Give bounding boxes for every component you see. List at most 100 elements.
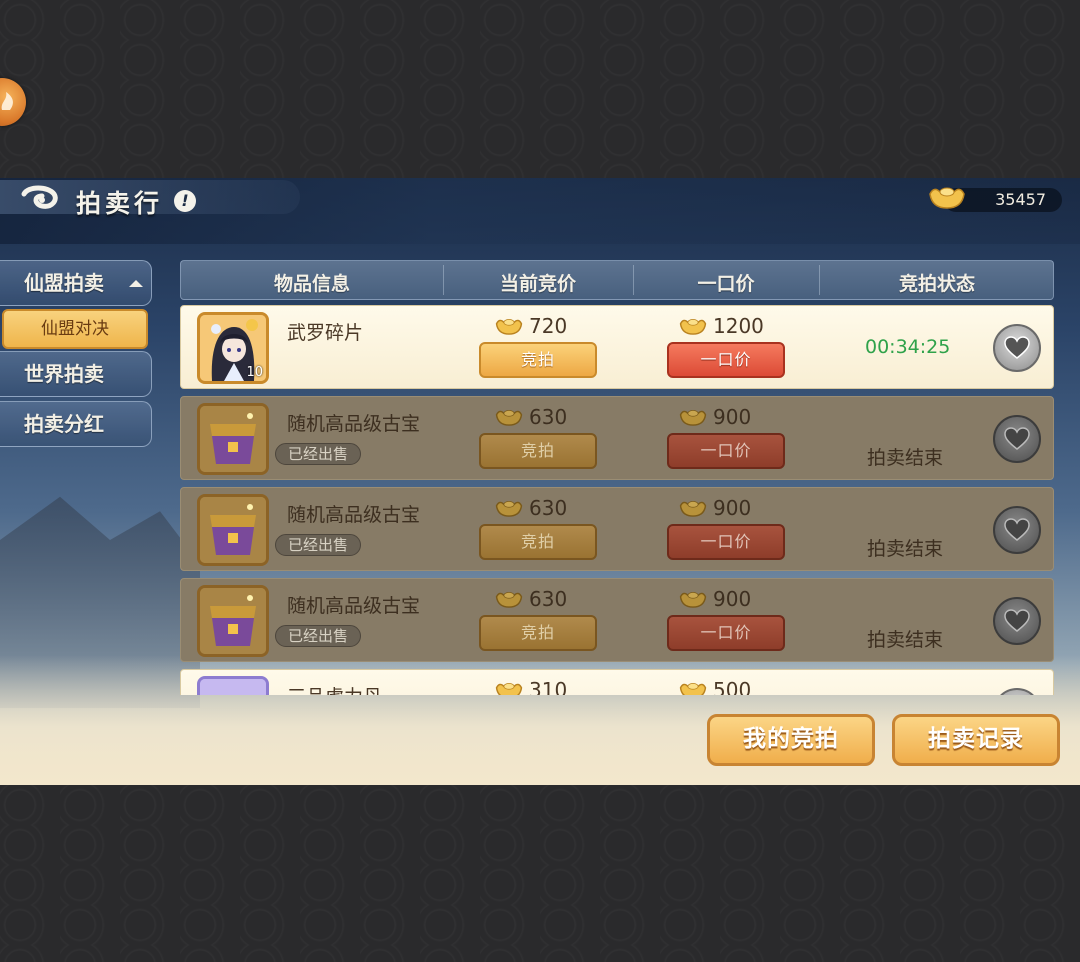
help-icon[interactable]: ! xyxy=(174,190,196,212)
col-item-info: 物品信息 xyxy=(273,273,350,295)
favorite-button[interactable] xyxy=(993,324,1041,372)
table-row[interactable]: 随机高品级古宝 已经出售 630 900 竞拍 一口价 拍卖结束 xyxy=(180,578,1054,662)
auction-status: 拍卖结束 xyxy=(867,629,944,651)
collapse-caret-icon xyxy=(129,280,143,287)
item-name: 随机高品级古宝 xyxy=(287,595,421,617)
current-bid-price: 630 xyxy=(495,587,567,611)
table-row[interactable]: 随机高品级古宝 已经出售 630 900 竞拍 一口价 拍卖结束 xyxy=(180,487,1054,571)
buyout-button[interactable]: 一口价 xyxy=(667,433,785,469)
current-bid-value: 630 xyxy=(529,496,568,520)
current-bid-price: 310 xyxy=(495,678,567,695)
nav-alliance-duel[interactable]: 仙盟对决 xyxy=(2,309,148,349)
buyout-value: 1200 xyxy=(713,314,764,338)
buyout-button[interactable]: 一口价 xyxy=(667,342,785,378)
current-bid-value: 310 xyxy=(529,678,568,695)
current-bid-value: 720 xyxy=(529,314,568,338)
my-bids-button[interactable]: 我的竞拍 xyxy=(707,714,875,766)
current-bid-price: 630 xyxy=(495,496,567,520)
treasure-chest-icon xyxy=(200,497,266,563)
auction-records-button[interactable]: 拍卖记录 xyxy=(892,714,1060,766)
nav-auction-dividend[interactable]: 拍卖分红 xyxy=(0,401,152,447)
gold-ingot-icon xyxy=(929,187,965,209)
pill-icon xyxy=(200,679,266,695)
heart-icon xyxy=(1004,427,1030,450)
current-bid-price: 630 xyxy=(495,405,567,429)
gold-ingot-icon xyxy=(679,683,707,695)
col-status: 竞拍状态 xyxy=(898,273,975,295)
bid-button[interactable]: 竞拍 xyxy=(479,433,597,469)
buyout-button[interactable]: 一口价 xyxy=(667,615,785,651)
col-buyout: 一口价 xyxy=(697,273,755,295)
bottom-backdrop xyxy=(0,785,1080,962)
currency-amount: 35457 xyxy=(995,190,1046,209)
buyout-price: 900 xyxy=(679,405,751,429)
sold-badge: 已经出售 xyxy=(275,625,361,647)
current-bid-value: 630 xyxy=(529,587,568,611)
heart-icon xyxy=(1004,336,1030,359)
gold-ingot-icon xyxy=(495,592,523,608)
auction-house-panel: 拍卖行 ! 35457 仙盟拍卖 仙盟对决 世界拍卖 拍卖分红 物品信息 当前竞… xyxy=(0,178,1080,785)
buyout-button[interactable]: 一口价 xyxy=(667,524,785,560)
item-name: 随机高品级古宝 xyxy=(287,413,421,435)
item-thumbnail[interactable] xyxy=(197,585,269,657)
item-thumbnail[interactable]: 10 xyxy=(197,312,269,384)
item-name: 三品虚力丹 xyxy=(287,682,382,695)
item-thumbnail[interactable] xyxy=(197,494,269,566)
buyout-price: 900 xyxy=(679,496,751,520)
page-title: 拍卖行 xyxy=(76,189,164,218)
bid-button[interactable]: 竞拍 xyxy=(479,615,597,651)
gold-ingot-icon xyxy=(679,410,707,426)
sold-badge: 已经出售 xyxy=(275,443,361,465)
treasure-chest-icon xyxy=(200,406,266,472)
buyout-price: 1200 xyxy=(679,314,764,338)
buyout-price: 500 xyxy=(679,678,751,695)
table-row[interactable]: 10 武罗碎片 720 1200 竞拍 一口价 00:34:25 xyxy=(180,305,1054,389)
buyout-value: 500 xyxy=(713,678,752,695)
back-swirl-icon xyxy=(21,185,58,209)
treasure-chest-icon xyxy=(200,588,266,654)
favorite-button[interactable] xyxy=(993,506,1041,554)
current-bid-value: 630 xyxy=(529,405,568,429)
gold-ingot-icon xyxy=(495,410,523,426)
auction-status: 拍卖结束 xyxy=(867,538,944,560)
item-count: 10 xyxy=(246,365,263,380)
nav-world-auction[interactable]: 世界拍卖 xyxy=(0,351,152,397)
title-bar: 拍卖行 ! 35457 xyxy=(0,178,1080,244)
bid-button[interactable]: 竞拍 xyxy=(479,524,597,560)
buyout-value: 900 xyxy=(713,405,752,429)
heart-icon xyxy=(1004,609,1030,632)
countdown-timer: 00:34:25 xyxy=(865,336,951,358)
gold-ingot-icon xyxy=(679,592,707,608)
item-name: 武罗碎片 xyxy=(287,322,364,344)
currency-display: 35457 xyxy=(929,187,1062,212)
gold-ingot-icon xyxy=(495,683,523,695)
heart-icon xyxy=(1004,518,1030,541)
top-backdrop xyxy=(0,0,1080,178)
buyout-value: 900 xyxy=(713,587,752,611)
gold-ingot-icon xyxy=(679,319,707,335)
sold-badge: 已经出售 xyxy=(275,534,361,556)
item-thumbnail[interactable] xyxy=(197,403,269,475)
gold-ingot-icon xyxy=(495,319,523,335)
flame-icon xyxy=(1,92,13,110)
buyout-price: 900 xyxy=(679,587,751,611)
table-row[interactable]: 三品虚力丹 310 500 xyxy=(180,669,1054,695)
favorite-button[interactable] xyxy=(993,415,1041,463)
item-name: 随机高品级古宝 xyxy=(287,504,421,526)
gold-ingot-icon xyxy=(679,501,707,517)
auction-list[interactable]: 10 武罗碎片 720 1200 竞拍 一口价 00:34:25 随机高品级古宝… xyxy=(180,305,1054,695)
nav-alliance-auction-label: 仙盟拍卖 xyxy=(24,271,104,295)
gold-ingot-icon xyxy=(495,501,523,517)
item-thumbnail[interactable] xyxy=(197,676,269,695)
favorite-button[interactable] xyxy=(993,688,1041,695)
table-row[interactable]: 随机高品级古宝 已经出售 630 900 竞拍 一口价 拍卖结束 xyxy=(180,396,1054,480)
col-current-bid: 当前竞价 xyxy=(499,273,576,295)
auction-status: 拍卖结束 xyxy=(867,447,944,469)
favorite-button[interactable] xyxy=(993,597,1041,645)
bid-button[interactable]: 竞拍 xyxy=(479,342,597,378)
back-button[interactable] xyxy=(18,184,62,214)
current-bid-price: 720 xyxy=(495,314,567,338)
table-header: 物品信息 当前竞价 一口价 竞拍状态 xyxy=(180,260,1054,300)
nav-alliance-auction[interactable]: 仙盟拍卖 xyxy=(0,260,152,306)
buyout-value: 900 xyxy=(713,496,752,520)
